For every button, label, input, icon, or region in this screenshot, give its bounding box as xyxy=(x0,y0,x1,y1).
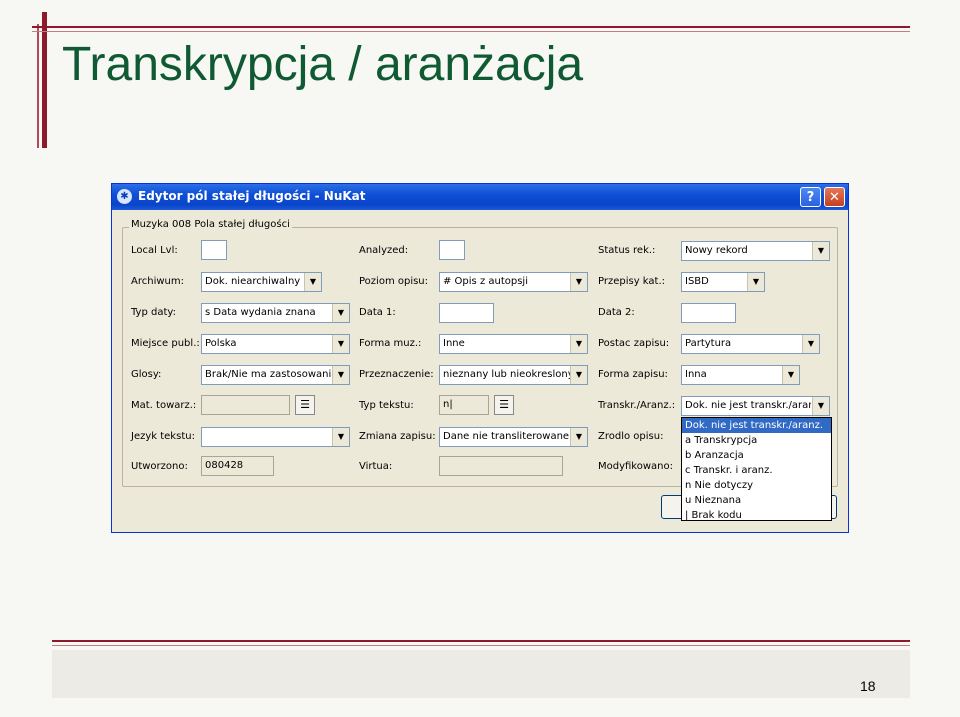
postac-zapisu-select[interactable]: Partytura ▼ xyxy=(681,334,820,354)
przeznaczenie-value: nieznany lub nieokreslony xyxy=(443,369,574,380)
modyfikowano-label: Modyfikowano: xyxy=(598,461,673,472)
typ-daty-select[interactable]: s Data wydania znana ▼ xyxy=(201,303,350,323)
analyzed-label: Analyzed: xyxy=(359,245,409,256)
chevron-down-icon[interactable]: ▼ xyxy=(747,273,764,291)
list-item[interactable]: b Aranzacja xyxy=(682,448,831,463)
chevron-down-icon[interactable]: ▼ xyxy=(570,273,587,291)
status-rek-label: Status rek.: xyxy=(598,245,656,256)
data1-label: Data 1: xyxy=(359,307,396,318)
group-label: Muzyka 008 Pola stałej długości xyxy=(129,219,292,230)
chevron-down-icon[interactable]: ▼ xyxy=(332,366,349,384)
archiwum-select[interactable]: Dok. niearchiwalny ▼ xyxy=(201,272,322,292)
jezyk-tekstu-select[interactable]: ▼ xyxy=(201,427,350,447)
status-rek-select[interactable]: Nowy rekord ▼ xyxy=(681,241,830,261)
postac-zapisu-label: Postac zapisu: xyxy=(598,338,670,349)
list-item[interactable]: | Brak kodu xyxy=(682,508,831,523)
help-button[interactable]: ? xyxy=(800,187,821,207)
footer-rule-thin xyxy=(52,645,910,646)
zmiana-zapisu-value: Dane nie transliterowane xyxy=(443,431,570,442)
zrodlo-opisu-label: Zrodlo opisu: xyxy=(598,431,664,442)
transkr-aranz-label: Transkr./Aranz.: xyxy=(598,400,676,411)
forma-muz-value: Inne xyxy=(443,338,465,349)
przepisy-kat-label: Przepisy kat.: xyxy=(598,276,666,287)
forma-muz-label: Forma muz.: xyxy=(359,338,422,349)
chevron-down-icon[interactable]: ▼ xyxy=(304,273,321,291)
virtua-label: Virtua: xyxy=(359,461,393,472)
przeznaczenie-select[interactable]: nieznany lub nieokreslony ▼ xyxy=(439,365,588,385)
archiwum-label: Archiwum: xyxy=(131,276,184,287)
postac-zapisu-value: Partytura xyxy=(685,338,732,349)
jezyk-tekstu-label: Jezyk tekstu: xyxy=(131,431,195,442)
local-lvl-label: Local Lvl: xyxy=(131,245,178,256)
utworzono-field: 080428 xyxy=(201,456,274,476)
miejsce-publ-label: Miejsce publ.: xyxy=(131,338,200,349)
data2-input[interactable] xyxy=(681,303,736,323)
zmiana-zapisu-select[interactable]: Dane nie transliterowane ▼ xyxy=(439,427,588,447)
glosy-value: Brak/Nie ma zastosowania xyxy=(205,369,338,380)
chevron-down-icon[interactable]: ▼ xyxy=(812,242,829,260)
footer-rule xyxy=(52,640,910,642)
transkr-aranz-dropdown[interactable]: Dok. nie jest transkr./aranz. a Transkry… xyxy=(681,417,832,521)
local-lvl-input[interactable] xyxy=(201,240,227,260)
chevron-down-icon[interactable]: ▼ xyxy=(332,304,349,322)
transkr-aranz-select[interactable]: Dok. nie jest transkr./aranz ▼ xyxy=(681,396,830,416)
window-titlebar[interactable]: ✱ Edytor pól stałej długości - NuKat ? ✕ xyxy=(112,184,848,210)
slide-accent-bar-thin xyxy=(37,24,39,148)
mat-towarz-input[interactable] xyxy=(201,395,290,415)
typ-tekstu-label: Typ tekstu: xyxy=(359,400,414,411)
list-item[interactable]: Dok. nie jest transkr./aranz. xyxy=(682,418,831,433)
virtua-field xyxy=(439,456,563,476)
chevron-down-icon[interactable]: ▼ xyxy=(782,366,799,384)
status-rek-value: Nowy rekord xyxy=(685,245,748,256)
chevron-down-icon[interactable]: ▼ xyxy=(570,335,587,353)
list-item[interactable]: c Transkr. i aranz. xyxy=(682,463,831,478)
data1-input[interactable] xyxy=(439,303,494,323)
zmiana-zapisu-label: Zmiana zapisu: xyxy=(359,431,436,442)
poziom-opisu-value: # Opis z autopsji xyxy=(443,276,528,287)
glosy-select[interactable]: Brak/Nie ma zastosowania ▼ xyxy=(201,365,350,385)
chevron-down-icon[interactable]: ▼ xyxy=(332,428,349,446)
miejsce-publ-select[interactable]: Polska ▼ xyxy=(201,334,350,354)
close-button[interactable]: ✕ xyxy=(824,187,845,207)
chevron-down-icon[interactable]: ▼ xyxy=(812,397,829,415)
editor-window: ✱ Edytor pól stałej długości - NuKat ? ✕… xyxy=(111,183,849,533)
chevron-down-icon[interactable]: ▼ xyxy=(332,335,349,353)
typ-tekstu-input[interactable]: n| xyxy=(439,395,489,415)
przeznaczenie-label: Przeznaczenie: xyxy=(359,369,434,380)
app-icon: ✱ xyxy=(117,189,132,204)
przepisy-kat-value: ISBD xyxy=(685,276,709,287)
forma-zapisu-value: Inna xyxy=(685,369,707,380)
poziom-opisu-label: Poziom opisu: xyxy=(359,276,429,287)
list-editor-icon[interactable]: ☰ xyxy=(494,395,514,415)
miejsce-publ-value: Polska xyxy=(205,338,237,349)
list-editor-icon[interactable]: ☰ xyxy=(295,395,315,415)
chevron-down-icon[interactable]: ▼ xyxy=(570,366,587,384)
glosy-label: Glosy: xyxy=(131,369,162,380)
transkr-aranz-value: Dok. nie jest transkr./aranz xyxy=(685,400,811,411)
chevron-down-icon[interactable]: ▼ xyxy=(802,335,819,353)
slide-top-rule-thin xyxy=(32,31,910,32)
slide-accent-bar xyxy=(42,12,47,148)
page-number: 18 xyxy=(860,678,876,694)
mat-towarz-label: Mat. towarz.: xyxy=(131,400,197,411)
window-title: Edytor pól stałej długości - NuKat xyxy=(138,189,366,203)
typ-daty-value: s Data wydania znana xyxy=(205,307,316,318)
slide-top-rule xyxy=(32,26,910,28)
list-item[interactable]: a Transkrypcja xyxy=(682,433,831,448)
chevron-down-icon[interactable]: ▼ xyxy=(570,428,587,446)
typ-daty-label: Typ daty: xyxy=(131,307,176,318)
utworzono-label: Utworzono: xyxy=(131,461,188,472)
poziom-opisu-select[interactable]: # Opis z autopsji ▼ xyxy=(439,272,588,292)
forma-muz-select[interactable]: Inne ▼ xyxy=(439,334,588,354)
data2-label: Data 2: xyxy=(598,307,635,318)
analyzed-input[interactable] xyxy=(439,240,465,260)
list-item[interactable]: n Nie dotyczy xyxy=(682,478,831,493)
archiwum-value: Dok. niearchiwalny xyxy=(205,276,301,287)
forma-zapisu-label: Forma zapisu: xyxy=(598,369,668,380)
footer-band xyxy=(52,650,910,698)
list-item[interactable]: u Nieznana xyxy=(682,493,831,508)
forma-zapisu-select[interactable]: Inna ▼ xyxy=(681,365,800,385)
slide-title: Transkrypcja / aranżacja xyxy=(62,38,584,91)
przepisy-kat-select[interactable]: ISBD ▼ xyxy=(681,272,765,292)
